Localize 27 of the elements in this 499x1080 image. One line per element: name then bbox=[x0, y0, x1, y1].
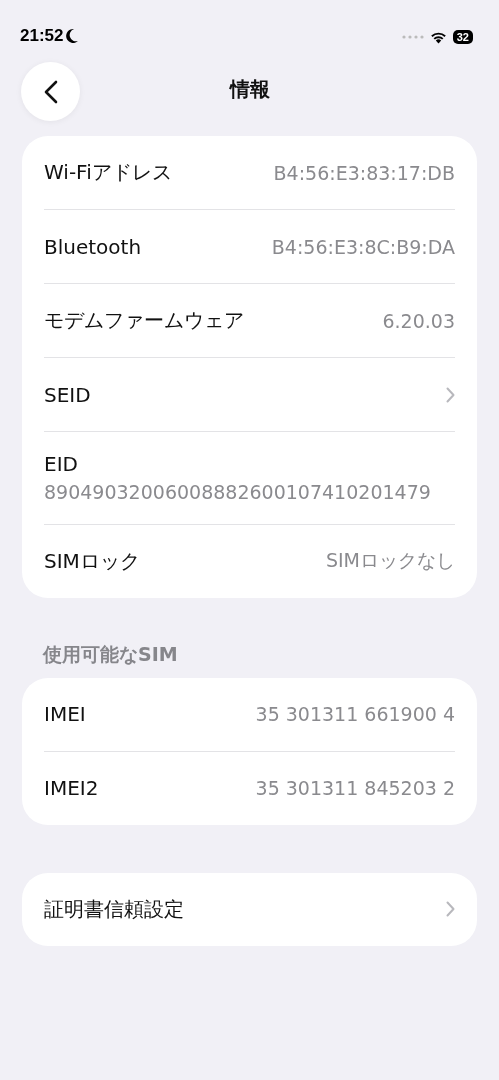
section-header: 使用可能なSIM bbox=[43, 641, 179, 667]
chevron-right-icon bbox=[446, 386, 455, 403]
back-chevron-icon bbox=[43, 79, 58, 104]
row-label: SIMロック bbox=[44, 547, 140, 575]
chevron-right-icon bbox=[446, 901, 455, 918]
row-label: SEID bbox=[44, 382, 91, 407]
row-value: B4:56:E3:83:17:DB bbox=[273, 161, 455, 184]
row-label: モデムファームウェア bbox=[44, 307, 244, 334]
row-label: EID bbox=[44, 452, 78, 476]
row-label: Bluetooth bbox=[44, 234, 142, 259]
row-value: B4:56:E3:8C:B9:DA bbox=[271, 235, 455, 258]
page-title: 情報 bbox=[229, 75, 270, 103]
row-label: IMEI2 bbox=[44, 776, 99, 801]
row-label: 証明書信頼設定 bbox=[44, 895, 184, 923]
row-value: 35 301311 661900 4 bbox=[255, 703, 455, 726]
row-value: 89049032006008882600107410201479 bbox=[44, 480, 432, 505]
row-label: Wi-Fiアドレス bbox=[44, 159, 172, 186]
row-value: 6.20.03 bbox=[382, 309, 455, 332]
battery-indicator: 32 bbox=[452, 30, 473, 44]
status-time: 21:52 bbox=[20, 26, 64, 46]
row-value: 35 301311 845203 2 bbox=[255, 777, 455, 800]
signal-dots-icon bbox=[401, 35, 424, 39]
wifi-icon bbox=[429, 30, 447, 44]
row-value: SIMロックなし bbox=[325, 548, 455, 574]
row-label: IMEI bbox=[44, 702, 86, 727]
settings-row[interactable]: SEID bbox=[44, 357, 455, 431]
settings-row[interactable]: 証明書信頼設定 bbox=[44, 872, 455, 946]
